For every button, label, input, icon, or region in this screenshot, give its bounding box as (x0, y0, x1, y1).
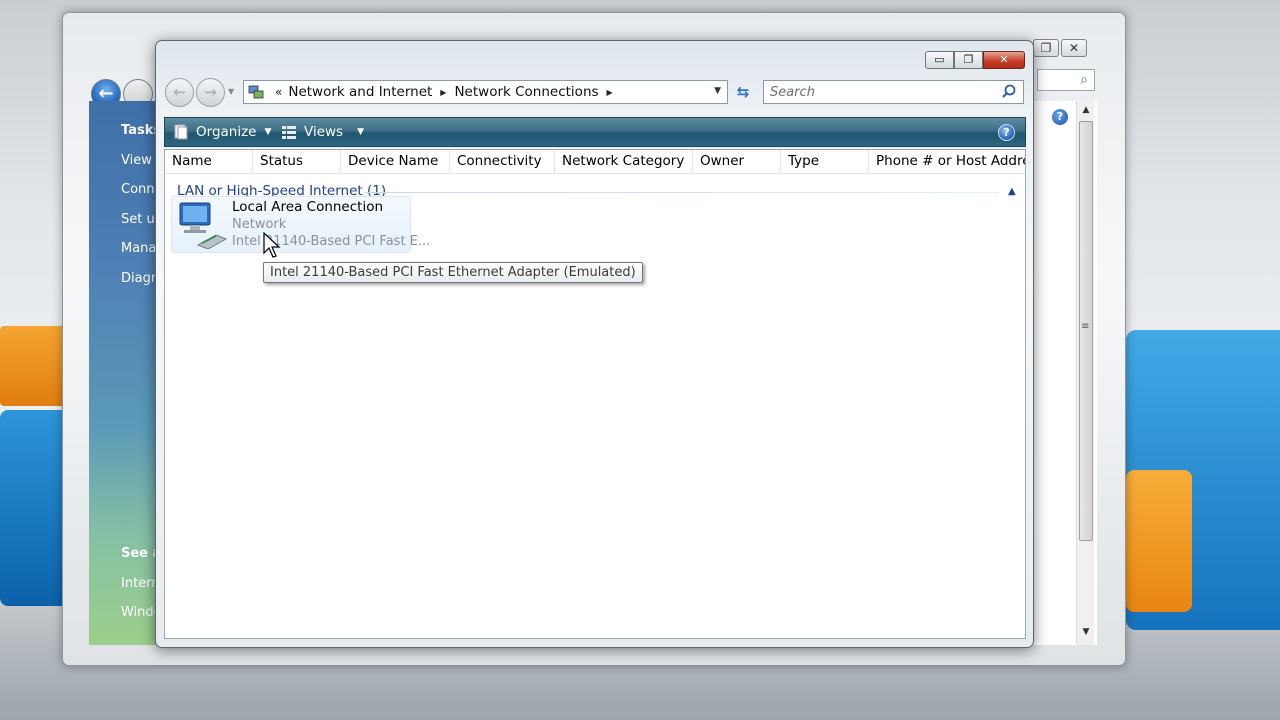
views-dropdown-icon: ▼ (357, 127, 364, 137)
back-close-button[interactable]: ✕ (1061, 39, 1087, 57)
column-header-name[interactable]: Name (165, 150, 253, 174)
column-header-device-name[interactable]: Device Name (341, 150, 450, 174)
title-buttons: ▭ ❐ ✕ (925, 51, 1025, 69)
breadcrumb-arrow-icon[interactable]: ▶ (607, 88, 613, 97)
command-toolbar: Organize ▼ Views ▼ ? (164, 117, 1026, 147)
help-icon[interactable]: ? (998, 124, 1015, 141)
item-name: Local Area Connection (232, 199, 384, 215)
column-header-network-category[interactable]: Network Category (555, 150, 693, 174)
recent-pages-dropdown-icon[interactable]: ▼ (228, 87, 234, 96)
scroll-up-arrow-icon[interactable]: ▲ (1077, 105, 1095, 115)
minimize-button[interactable]: ▭ (925, 51, 954, 69)
back-button[interactable]: ← (165, 78, 194, 107)
group-divider (365, 192, 999, 193)
breadcrumb-arrow-icon[interactable]: ▶ (440, 88, 446, 97)
views-label: Views (304, 124, 344, 140)
column-headers: Name Status Device Name Connectivity Net… (165, 150, 1025, 174)
network-adapter-icon (179, 202, 228, 249)
column-header-type[interactable]: Type (781, 150, 869, 174)
desktop-orange-shape-right (1126, 470, 1192, 612)
item-status: Network (232, 217, 287, 232)
views-button[interactable]: Views ▼ (281, 118, 364, 146)
group-collapse-icon[interactable]: ▲ (1008, 186, 1016, 197)
back-window-scrollbar[interactable]: ▲ ≡ ▼ (1076, 101, 1094, 645)
address-bar[interactable]: « Network and Internet ▶ Network Connect… (243, 80, 728, 104)
list-item-local-area-connection[interactable]: Local Area Connection Network Intel 2114… (171, 196, 430, 253)
file-list-pane[interactable]: Name Status Device Name Connectivity Net… (164, 149, 1026, 639)
maximize-button[interactable]: ❐ (954, 51, 983, 69)
address-dropdown-icon[interactable]: ▼ (714, 86, 721, 96)
forward-button[interactable]: → (196, 78, 225, 107)
refresh-icon[interactable]: ⇆ (731, 80, 755, 104)
search-icon[interactable] (1000, 83, 1018, 101)
column-header-status[interactable]: Status (253, 150, 341, 174)
back-window-title-buttons: ❐ ✕ (1033, 39, 1087, 57)
back-maximize-button[interactable]: ❐ (1033, 39, 1059, 57)
column-header-connectivity[interactable]: Connectivity (450, 150, 555, 174)
back-window-sidebar: Tasks View c Conn Set up Mana Diagn See … (89, 101, 165, 645)
breadcrumb-network-and-internet[interactable]: Network and Internet (288, 84, 432, 100)
search-input[interactable] (764, 81, 984, 103)
column-header-phone-host[interactable]: Phone # or Host Addre... (869, 150, 1025, 174)
organize-dropdown-icon: ▼ (264, 127, 272, 137)
device-tooltip: Intel 21140-Based PCI Fast Ethernet Adap… (263, 262, 643, 283)
search-box[interactable] (763, 80, 1024, 104)
cursor-icon (263, 232, 281, 258)
scrollbar-grip-icon: ≡ (1081, 321, 1090, 332)
close-button[interactable]: ✕ (983, 51, 1025, 69)
address-overflow-chevron[interactable]: « (275, 85, 282, 99)
network-icon (248, 85, 264, 99)
breadcrumb-network-connections[interactable]: Network Connections (454, 84, 598, 100)
scroll-down-arrow-icon[interactable]: ▼ (1077, 627, 1095, 637)
column-header-owner[interactable]: Owner (693, 150, 781, 174)
views-icon (282, 126, 296, 139)
back-help-icon[interactable]: ? (1052, 109, 1068, 125)
back-window-search-icon[interactable]: ⌕ (1037, 69, 1095, 91)
back-window-content: ? ▲ ≡ ▼ (1027, 101, 1097, 645)
organize-button[interactable]: Organize ▼ (173, 118, 271, 146)
organize-icon (174, 124, 188, 140)
network-connections-window[interactable]: ▭ ❐ ✕ ← → ▼ « Network and Internet ▶ Net… (155, 40, 1034, 648)
desktop-blue-shape-left (0, 410, 70, 606)
organize-label: Organize (196, 124, 257, 140)
